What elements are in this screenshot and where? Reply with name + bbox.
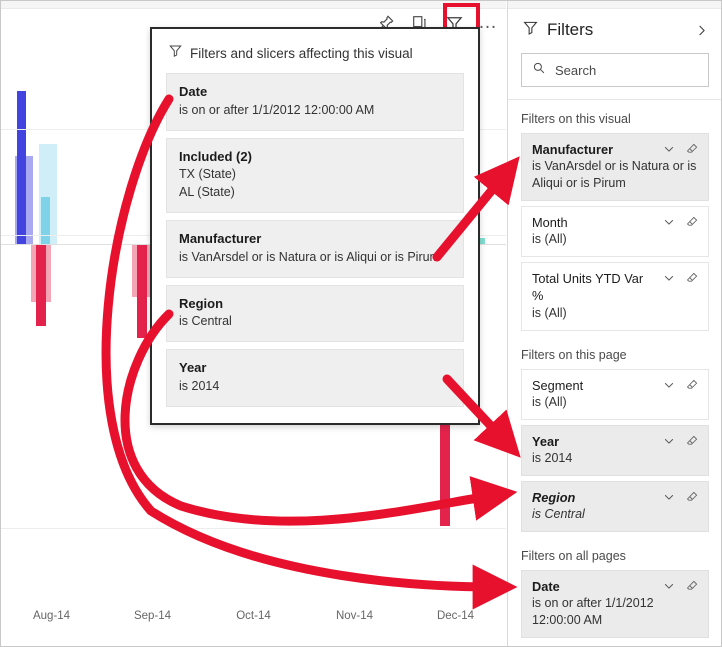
popup-card-value: is Central — [179, 314, 232, 329]
bar-current[interactable] — [17, 91, 26, 244]
popup-card-value: is 2014 — [179, 378, 220, 393]
filter-card-value: is on or after 1/1/2012 12:00:00 AM — [532, 596, 654, 628]
x-axis-tick-label: Oct-14 — [236, 610, 271, 622]
filter-card-value: is (All) — [532, 394, 567, 409]
pane-item-date[interactable]: Date is on or after 1/1/2012 12:00:00 AM — [521, 569, 709, 638]
canvas-top-strip — [1, 1, 506, 9]
popup-card-title: Region — [179, 295, 224, 311]
filters-pane-sections: Filters on this visual Manufacturer is Van… — [508, 100, 721, 638]
filters-section-title: Filters on this page — [521, 347, 627, 362]
popup-card-title: Date — [179, 84, 208, 99]
chevron-down-icon[interactable] — [662, 271, 676, 285]
eraser-icon[interactable] — [685, 434, 699, 448]
x-axis-tick-label: Nov-14 — [335, 610, 374, 622]
eraser-icon[interactable] — [685, 378, 699, 392]
filter-card-name: Total Units YTD Var % — [532, 271, 644, 304]
eraser-icon[interactable] — [685, 142, 699, 156]
filter-card-name: Manufacturer — [532, 142, 614, 157]
filter-card-name: Month — [532, 215, 568, 231]
filter-card-name: Region — [532, 489, 576, 505]
grid-line — [1, 528, 506, 529]
pane-item-year[interactable]: Year is 2014 — [521, 424, 709, 476]
filter-card-value: is VanArsdel or is Natura or is Aliqui o… — [532, 159, 697, 191]
chevron-down-icon[interactable] — [662, 434, 676, 448]
chevron-down-icon[interactable] — [662, 490, 676, 504]
filters-section: Filters on all pages Date is on or after 1… — [508, 537, 721, 638]
filter-card-name: Segment — [532, 377, 584, 393]
popup-card-region: Region is Central — [166, 284, 464, 343]
x-axis: Aug-14 Sep-14 Oct-14 Nov-14 Dec-14 — [1, 596, 506, 626]
x-axis-tick-label: Sep-14 — [133, 610, 172, 622]
filters-pane: Filters Search Filters on this visual Man… — [507, 1, 721, 646]
chevron-down-icon[interactable] — [662, 215, 676, 229]
popup-header: Filters and slicers affecting this visua… — [152, 29, 478, 73]
filters-section: Filters on this page Segment is (All) Year i… — [508, 336, 721, 532]
search-input[interactable]: Search — [521, 53, 709, 87]
popup-filter-card-list: Date is on or after 1/1/2012 12:00:00 AM I… — [152, 73, 478, 407]
pane-item-manufacturer[interactable]: Manufacturer is VanArsdel or is Natura or… — [521, 133, 709, 202]
chevron-down-icon[interactable] — [662, 579, 676, 593]
popup-card-date: Date is on or after 1/1/2012 12:00:00 AM — [166, 73, 464, 131]
filters-search-wrapper: Search — [508, 53, 721, 99]
eraser-icon[interactable] — [685, 490, 699, 504]
filters-affecting-visual-popup: Filters and slicers affecting this visua… — [150, 27, 480, 425]
popup-card-value: is on or after 1/1/2012 12:00:00 AM — [179, 102, 375, 117]
filters-pane-top-strip — [508, 1, 721, 9]
filter-icon — [522, 19, 539, 41]
x-axis-tick-label: Dec-14 — [436, 610, 475, 622]
bar-variance-current[interactable] — [36, 243, 46, 326]
filters-pane-title: Filters — [547, 20, 594, 39]
more-options-icon[interactable]: … — [478, 13, 498, 33]
filter-card-name: Date — [532, 578, 560, 594]
search-placeholder: Search — [555, 62, 597, 78]
bar-group[interactable] — [1, 9, 102, 626]
eraser-icon[interactable] — [685, 215, 699, 229]
popup-card-year: Year is 2014 — [166, 349, 464, 407]
chevron-down-icon[interactable] — [662, 142, 676, 156]
pane-item-month[interactable]: Month is (All) — [521, 206, 709, 258]
filter-card-value: is (All) — [532, 232, 567, 247]
search-icon — [532, 61, 546, 80]
filter-card-value: is 2014 — [532, 450, 573, 465]
filter-card-value: is (All) — [532, 305, 567, 320]
filters-section-title: Filters on all pages — [521, 548, 626, 563]
filters-section: Filters on this visual Manufacturer is Van… — [508, 100, 721, 331]
pane-item-segment[interactable]: Segment is (All) — [521, 368, 709, 420]
popup-title: Filters and slicers affecting this visua… — [190, 45, 413, 61]
popup-card-value: is VanArsdel or is Natura or is Aliqui o… — [179, 249, 440, 264]
bar-current[interactable] — [41, 196, 50, 244]
filters-pane-header: Filters — [508, 9, 721, 53]
pane-item-region[interactable]: Region is Central — [521, 480, 709, 532]
filters-section-title: Filters on this visual — [521, 112, 631, 126]
popup-card-value: TX (State) AL (State) — [179, 167, 236, 200]
popup-card-title: Included (2) — [179, 148, 252, 164]
popup-card-manufacturer: Manufacturer is VanArsdel or is Natura or… — [166, 219, 464, 278]
filter-card-value: is Central — [532, 507, 585, 522]
bar-variance-current[interactable] — [137, 243, 147, 338]
filter-card-name: Year — [532, 433, 560, 449]
popup-card-title: Year — [179, 360, 207, 376]
chevron-down-icon[interactable] — [662, 378, 676, 392]
popup-card-included-2: Included (2) TX (State) AL (State) — [166, 137, 464, 213]
pane-item-total-units-ytd-var[interactable]: Total Units YTD Var % is (All) — [521, 262, 709, 331]
filter-icon — [168, 43, 183, 63]
power-bi-report-screen: Aug-14 Sep-14 Oct-14 Nov-14 Dec-14 … Fil… — [0, 0, 722, 647]
eraser-icon[interactable] — [685, 271, 699, 285]
x-axis-tick-label: Aug-14 — [32, 610, 71, 622]
popup-card-title: Manufacturer — [179, 230, 262, 246]
eraser-icon[interactable] — [685, 579, 699, 593]
chevron-right-icon[interactable] — [694, 23, 709, 38]
